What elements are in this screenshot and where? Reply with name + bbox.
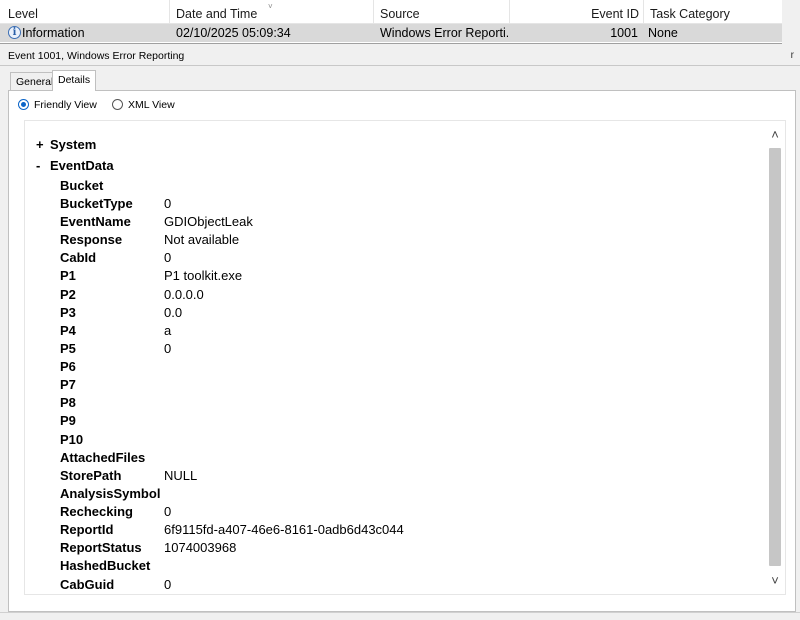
field-row: HashedBucket [60,557,164,575]
friendly-view-label: Friendly View [34,99,97,111]
field-value: 0 [164,341,172,356]
field-key: ReportId [60,522,114,537]
events-list-header: Level Date and Time ˅ Source Event ID Ta… [0,0,782,24]
event-datetime: 02/10/2025 05:09:34 [176,26,291,40]
radio-selected-icon [18,99,29,110]
events-list-scrollbar[interactable] [782,0,800,44]
column-header-level[interactable]: Level [0,0,170,24]
scrollbar-thumb[interactable] [769,148,781,566]
field-value: 0 [164,504,172,519]
field-row: Rechecking 0 [60,503,171,521]
field-key: Rechecking [60,504,133,519]
column-header-event-id[interactable]: Event ID [510,0,644,24]
field-key: CabGuid [60,577,115,592]
collapse-icon[interactable]: - [36,157,50,175]
field-row: AttachedFiles [60,449,164,467]
field-value: 1074003968 [164,540,237,555]
friendly-view-radio[interactable]: Friendly View [18,98,97,112]
detail-pane-title-text: Event 1001, Windows Error Reporting [8,50,185,62]
field-value: NULL [164,468,198,483]
field-value: a [164,323,172,338]
field-value: 6f9115fd-a407-46e6-8161-0adb6d43c044 [164,522,404,537]
field-row: P7 [60,376,164,394]
bottom-edge [0,612,800,620]
field-row: ReportId 6f9115fd-a407-46e6-8161-0adb6d43… [60,521,404,539]
field-key: HashedBucket [60,558,151,573]
expand-icon[interactable]: + [36,136,50,154]
tree-node-eventdata[interactable]: - EventData [36,157,114,175]
tree-node-system-label: System [50,137,97,152]
sort-caret-icon: ˅ [268,2,273,11]
close-pane-icon[interactable]: r [791,46,794,66]
field-row: Bucket [60,177,164,195]
field-row: EventName GDIObjectLeak [60,213,253,231]
field-row: P3 0.0 [60,304,182,322]
field-row: P4 a [60,322,171,340]
field-value: 0 [164,250,172,265]
tree-node-eventdata-label: EventData [50,158,114,173]
column-header-source[interactable]: Source [372,0,510,24]
events-list: Level Date and Time ˅ Source Event ID Ta… [0,0,800,44]
tree-node-system[interactable]: + System [36,136,96,154]
field-row: P8 [60,394,164,412]
field-value: 0 [164,577,172,592]
field-key: P3 [60,305,76,320]
detail-pane-title: Event 1001, Windows Error Reporting r [0,46,800,66]
field-key: P7 [60,377,76,392]
field-key: P5 [60,341,76,356]
field-key: P2 [60,287,76,302]
field-row: P5 0 [60,340,171,358]
column-header-task-category[interactable]: Task Category [642,0,782,24]
field-value: 0 [164,196,172,211]
event-row[interactable]: i Information 02/10/2025 05:09:34 Window… [0,24,782,42]
field-row: BucketType 0 [60,195,171,213]
field-row: Response Not available [60,231,239,249]
field-value: Not available [164,232,240,247]
field-row: CabGuid 0 [60,576,171,594]
field-key: P9 [60,413,76,428]
field-key: P10 [60,432,84,447]
field-value: 0.0 [164,305,183,320]
chevron-up-icon[interactable]: ˄ [768,128,782,142]
field-row: P10 [60,431,164,449]
event-task-category: None [648,26,678,40]
information-icon: i [8,26,21,39]
field-key: CabId [60,250,97,265]
field-value: 0.0.0.0 [164,287,204,302]
field-key: BucketType [60,196,133,211]
field-key: P1 [60,268,76,283]
field-key: StorePath [60,468,122,483]
field-key: P4 [60,323,76,338]
xml-view-label: XML View [128,99,175,111]
event-level: Information [22,26,85,40]
field-row: ReportStatus 1074003968 [60,539,236,557]
chevron-down-icon[interactable]: ˅ [768,574,782,588]
field-key: P8 [60,395,76,410]
field-row: StorePath NULL [60,467,197,485]
event-source: Windows Error Reporti... [380,26,508,40]
xml-view-radio[interactable]: XML View [112,98,175,112]
radio-unselected-icon [112,99,123,110]
field-key: Response [60,232,123,247]
field-row: P1 P1 toolkit.exe [60,267,242,285]
details-scrollbar[interactable]: ˄ ˅ [768,128,782,588]
field-row: P9 [60,412,164,430]
event-id: 1001 [610,26,638,40]
field-key: EventName [60,214,131,229]
field-value: GDIObjectLeak [164,214,253,229]
field-row: AnalysisSymbol [60,485,164,503]
field-row: P2 0.0.0.0 [60,286,204,304]
field-value: P1 toolkit.exe [164,268,243,283]
field-key: AttachedFiles [60,450,146,465]
field-row: P6 [60,358,164,376]
field-key: ReportStatus [60,540,142,555]
field-key: P6 [60,359,76,374]
field-row: CabId 0 [60,249,171,267]
field-key: AnalysisSymbol [60,486,161,501]
tab-details[interactable]: Details [52,70,97,91]
field-key: Bucket [60,178,104,193]
